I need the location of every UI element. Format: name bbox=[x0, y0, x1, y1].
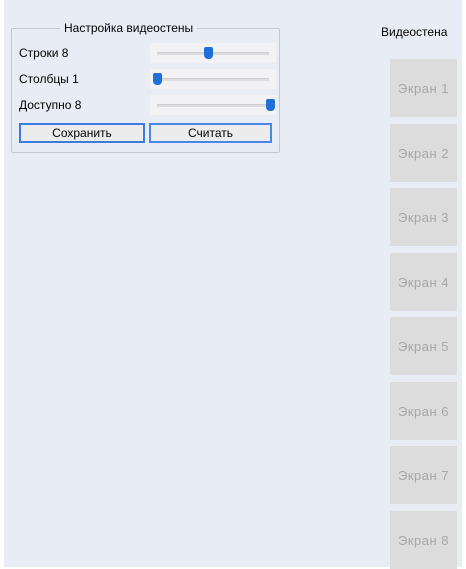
screen-tile-6[interactable]: Экран 6 bbox=[390, 382, 457, 440]
videowall-title: Видеостена bbox=[381, 25, 448, 39]
available-slider[interactable] bbox=[150, 95, 276, 115]
rows-setting: Строки 8 bbox=[19, 43, 281, 63]
columns-slider-thumb[interactable] bbox=[153, 73, 162, 85]
rows-slider-track bbox=[157, 52, 269, 55]
columns-slider[interactable] bbox=[150, 69, 276, 89]
rows-slider[interactable] bbox=[150, 43, 276, 63]
rows-label: Строки 8 bbox=[19, 46, 69, 60]
columns-slider-track bbox=[157, 78, 269, 81]
screen-tile-8[interactable]: Экран 8 bbox=[390, 511, 457, 569]
videowall-settings-group: Настройка видеостены Строки 8 Столбцы 1 … bbox=[11, 21, 281, 153]
available-setting: Доступно 8 bbox=[19, 95, 281, 115]
screen-tile-1[interactable]: Экран 1 bbox=[390, 59, 457, 117]
available-slider-thumb[interactable] bbox=[266, 99, 275, 111]
screen-tile-3[interactable]: Экран 3 bbox=[390, 188, 457, 246]
videowall-app: Настройка видеостены Строки 8 Столбцы 1 … bbox=[4, 0, 462, 569]
settings-group-title: Настройка видеостены bbox=[60, 21, 198, 35]
available-slider-track bbox=[157, 104, 269, 107]
screen-tile-5[interactable]: Экран 5 bbox=[390, 317, 457, 375]
read-button[interactable]: Считать bbox=[149, 123, 272, 143]
screen-tile-4[interactable]: Экран 4 bbox=[390, 253, 457, 311]
screen-tile-7[interactable]: Экран 7 bbox=[390, 446, 457, 504]
columns-setting: Столбцы 1 bbox=[19, 69, 281, 89]
screen-tile-2[interactable]: Экран 2 bbox=[390, 124, 457, 182]
available-label: Доступно 8 bbox=[19, 98, 82, 112]
rows-slider-thumb[interactable] bbox=[203, 47, 213, 59]
save-button[interactable]: Сохранить bbox=[19, 123, 145, 143]
columns-label: Столбцы 1 bbox=[19, 72, 79, 86]
